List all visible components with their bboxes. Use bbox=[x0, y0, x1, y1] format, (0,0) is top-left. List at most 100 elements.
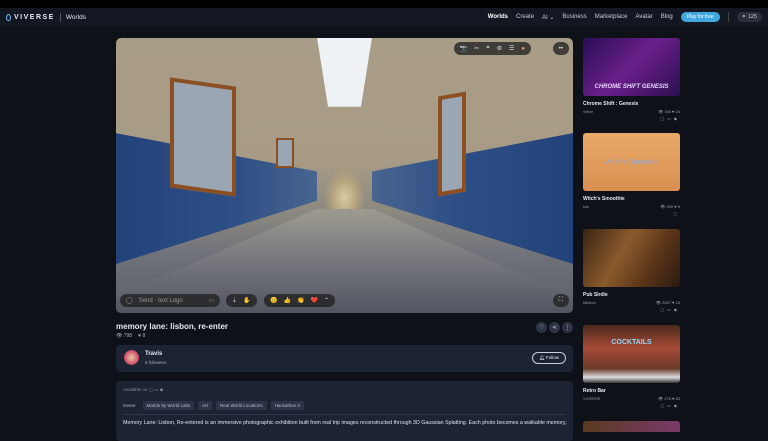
likes-count: 6 bbox=[677, 204, 680, 209]
views-count: 276 bbox=[664, 396, 671, 401]
mic-icon[interactable]: ⇣ bbox=[232, 297, 237, 304]
controller-icon[interactable]: ⌗ bbox=[486, 45, 489, 52]
card-title: Chrome Shift : Genesis bbox=[583, 101, 639, 107]
more-button[interactable]: •• bbox=[552, 42, 569, 55]
reaction-bar: 😊 👍 👏 ❤️ ⌃ bbox=[264, 294, 335, 307]
world-description: Memory Lane: Lisbon, Re-entered is an im… bbox=[123, 420, 567, 426]
divider bbox=[727, 12, 729, 22]
world-stats: 👁 798 ♥ 8 bbox=[116, 333, 145, 339]
card-thumbnail[interactable] bbox=[583, 229, 680, 287]
kebab-icon: ⋮ bbox=[564, 325, 571, 331]
platform-icons: ▢ ▭ ◆ bbox=[148, 387, 164, 392]
nav-worlds[interactable]: Worlds bbox=[488, 14, 508, 20]
share-icon: ⋖ bbox=[551, 325, 558, 331]
fullscreen-button[interactable]: ⛶ bbox=[552, 294, 569, 307]
reaction-smile[interactable]: 😊 bbox=[270, 297, 277, 304]
like-button[interactable]: ♡ bbox=[536, 322, 547, 333]
card-stats: 👁 276 ♥ 83 bbox=[658, 396, 680, 401]
likes-count: 83 bbox=[675, 396, 680, 401]
world-viewer[interactable]: 📷 ✂ ⌗ ⚙ ☰ ● •• ◯ Send · text Logo ▭ ⇣ ✋ 😊 👍 👏 ❤️ ⌃ ⛶ bbox=[116, 38, 573, 313]
likes-count: 8 bbox=[142, 333, 146, 339]
world-card-partial[interactable] bbox=[583, 421, 680, 432]
follow-button[interactable]: 🔔︎ Follow bbox=[532, 352, 566, 364]
card-thumbnail[interactable]: Witch's Smoothie bbox=[583, 133, 680, 191]
world-card[interactable]: COCKTAILS Retro Bar VIVERSE 👁 276 ♥ 83 ▢▭… bbox=[583, 325, 680, 408]
viverse-logo[interactable]: VIVERSE bbox=[6, 13, 55, 21]
tag[interactable]: Marble by World Labs bbox=[142, 401, 195, 410]
world-title: memory lane: lisbon, re-enter bbox=[116, 322, 229, 331]
tag[interactable]: Hackathon II bbox=[270, 401, 304, 410]
viewer-toolbar: 📷 ✂ ⌗ ⚙ ☰ ● bbox=[453, 42, 531, 55]
avatar-icon[interactable]: ● bbox=[521, 46, 525, 52]
card-thumbnail[interactable]: CHROME SHIFT GENESIS bbox=[583, 38, 680, 96]
photo-frame bbox=[170, 77, 236, 197]
photo-frame bbox=[276, 138, 294, 168]
thumbnail-logo-text: Witch's Smoothie bbox=[604, 158, 659, 166]
tag[interactable]: Real World Locations bbox=[215, 401, 267, 410]
genre-row: Genre Marble by World Labs Art Real Worl… bbox=[123, 401, 304, 410]
nav-avatar[interactable]: Avatar bbox=[635, 14, 652, 20]
nav-marketplace[interactable]: Marketplace bbox=[595, 14, 628, 20]
brand: VIVERSE bbox=[14, 13, 55, 21]
card-title: Retro Bar bbox=[583, 388, 606, 394]
views-count: 2557 bbox=[662, 300, 671, 305]
logo-icon bbox=[6, 13, 11, 21]
platform-icons: ▢▭◆ bbox=[660, 116, 680, 121]
play-for-free-button[interactable]: Play for free bbox=[680, 12, 720, 22]
options-button[interactable]: ⋮ bbox=[562, 322, 573, 333]
views-stat: 👁 798 bbox=[116, 333, 133, 339]
card-author: Mikkoh bbox=[583, 300, 596, 305]
nav-create[interactable]: Create bbox=[516, 14, 534, 20]
world-card[interactable]: CHROME SHIFT GENESIS Chrome Shift : Gene… bbox=[583, 38, 680, 121]
card-stats: 👁 400 ♥ 6 bbox=[660, 204, 680, 209]
bell-icon: 🔔︎ bbox=[539, 355, 546, 360]
heart-icon: ♡ bbox=[538, 325, 545, 331]
tag[interactable]: Art bbox=[198, 401, 212, 410]
share-button[interactable]: ⋖ bbox=[549, 322, 560, 333]
camera-icon[interactable]: 📷 bbox=[460, 45, 467, 52]
divider bbox=[59, 12, 61, 22]
views-count: 400 bbox=[666, 204, 674, 209]
points-badge[interactable]: ✦ 125 bbox=[736, 12, 762, 22]
card-thumbnail[interactable]: COCKTAILS bbox=[583, 325, 680, 383]
chat-input[interactable]: ◯ Send · text Logo ▭ bbox=[120, 294, 220, 307]
card-stats: 👁 34k ♥ 24 bbox=[658, 109, 680, 114]
hand-icon[interactable]: ✋ bbox=[243, 297, 250, 304]
creator-card: Travis 6 followers 🔔︎ Follow bbox=[116, 345, 573, 372]
likes-count: 24 bbox=[675, 109, 680, 114]
points-value: 125 bbox=[747, 14, 757, 20]
photo-frame bbox=[438, 91, 466, 197]
header: VIVERSE Worlds Worlds Create AI ⌄ Busine… bbox=[0, 8, 768, 26]
card-title: Pub Sirdie bbox=[583, 292, 608, 298]
main-nav: Worlds Create AI ⌄ Business Marketplace … bbox=[488, 12, 762, 22]
nav-blog[interactable]: Blog bbox=[661, 14, 673, 20]
avatar[interactable] bbox=[124, 350, 139, 365]
world-card[interactable]: Witch's Smoothie Witch's Smoothie kim 👁 4… bbox=[583, 133, 680, 216]
section-title: Worlds bbox=[65, 13, 86, 21]
gesture-controls: ⇣ ✋ bbox=[226, 294, 257, 307]
more-icon: •• bbox=[558, 45, 563, 52]
card-author: kim bbox=[583, 204, 590, 209]
divider bbox=[123, 414, 566, 415]
creator-name[interactable]: Travis bbox=[145, 351, 162, 357]
menu-icon[interactable]: ☰ bbox=[509, 45, 514, 52]
nav-business[interactable]: Business bbox=[562, 14, 586, 20]
fullscreen-icon: ⛶ bbox=[558, 297, 563, 303]
expand-reactions-icon[interactable]: ⌃ bbox=[324, 297, 329, 304]
card-stats: 👁 2557 ♥ 16 bbox=[655, 300, 680, 305]
world-card[interactable]: Pub Sirdie Mikkoh 👁 2557 ♥ 16 ▢▭◆ bbox=[583, 229, 680, 312]
thumbnail-logo-text: COCKTAILS bbox=[611, 339, 652, 346]
settings-icon[interactable]: ⚙ bbox=[497, 45, 502, 52]
keyboard-icon[interactable]: ▭ bbox=[208, 297, 214, 304]
reaction-clap[interactable]: 👏 bbox=[297, 297, 304, 304]
nav-ai[interactable]: AI ⌄ bbox=[542, 14, 554, 21]
reaction-thumbs-up[interactable]: 👍 bbox=[283, 297, 290, 304]
likes-count: 16 bbox=[675, 300, 680, 305]
follow-label: Follow bbox=[545, 355, 559, 360]
follower-count: 6 followers bbox=[145, 360, 167, 365]
platform-icons: ▢▭◆ bbox=[660, 403, 680, 408]
available-on: Available on ▢ ▭ ◆ bbox=[123, 387, 163, 393]
tools-icon[interactable]: ✂ bbox=[474, 45, 479, 52]
platform-icons: ▢ bbox=[673, 211, 680, 216]
reaction-heart[interactable]: ❤️ bbox=[310, 297, 317, 304]
